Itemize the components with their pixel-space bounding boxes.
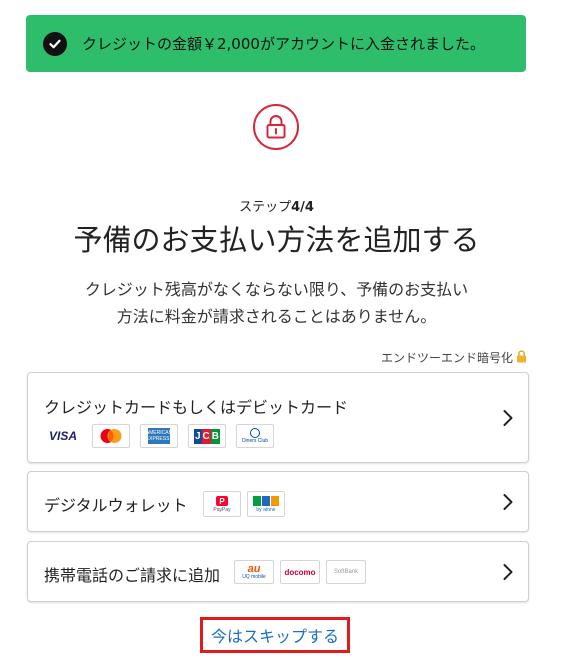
au-uq-logo: au UQ mobile bbox=[234, 560, 274, 584]
diners-text: Diners Club bbox=[241, 438, 269, 444]
svg-text:P: P bbox=[219, 497, 225, 506]
amex-mark: AMERICAN EXPRESS bbox=[145, 428, 173, 444]
option-digital-wallet[interactable]: デジタルウォレット P PayPay by atone bbox=[27, 471, 529, 532]
step-prefix: ステップ bbox=[239, 200, 292, 215]
option-carrier-billing[interactable]: 携帯電話のご請求に追加 au UQ mobile docomo SoftBank bbox=[27, 541, 529, 602]
option-label: クレジットカードもしくはデビットカード bbox=[44, 398, 349, 417]
step-indicator: ステップ4/4 bbox=[0, 196, 553, 215]
success-message: クレジットの金額￥2,000がアカウントに入金されました。 bbox=[82, 35, 485, 53]
encryption-label: エンドツーエンド暗号化 bbox=[380, 351, 513, 365]
chevron-right-icon bbox=[503, 410, 513, 426]
success-banner: クレジットの金額￥2,000がアカウントに入金されました。 bbox=[26, 15, 526, 72]
jcb-letter-b: B bbox=[210, 428, 221, 444]
lock-icon bbox=[253, 104, 299, 150]
paypay-logo: P PayPay bbox=[203, 491, 241, 517]
jcb-letter-c: C bbox=[201, 428, 211, 444]
option-label: 携帯電話のご請求に追加 bbox=[44, 566, 221, 585]
option-credit-debit-card[interactable]: クレジットカードもしくはデビットカード VISA AMERICAN EXPRES… bbox=[27, 372, 529, 463]
carrier-logos: au UQ mobile docomo SoftBank bbox=[234, 560, 366, 584]
uq-text: UQ mobile bbox=[242, 574, 266, 580]
encryption-note: エンドツーエンド暗号化 bbox=[381, 349, 527, 366]
atone-text: by atone bbox=[256, 506, 276, 513]
mastercard-logo bbox=[92, 424, 130, 448]
docomo-logo: docomo bbox=[280, 560, 320, 584]
chevron-right-icon bbox=[503, 564, 513, 580]
atone-logo: by atone bbox=[247, 491, 285, 517]
page-title: 予備のお支払い方法を追加する bbox=[73, 223, 480, 257]
visa-logo: VISA bbox=[44, 424, 82, 448]
description-line-1: クレジット残高がなくならない限り、予備のお支払い bbox=[84, 280, 469, 299]
step-value: 4/4 bbox=[291, 200, 314, 215]
check-circle-icon bbox=[43, 31, 67, 56]
softbank-logo: SoftBank bbox=[326, 560, 366, 584]
card-logos: VISA AMERICAN EXPRESS JCB Diners Club bbox=[44, 424, 274, 448]
skip-link[interactable]: 今はスキップする bbox=[200, 617, 350, 653]
jcb-letter-j: J bbox=[193, 428, 202, 444]
diners-club-logo: Diners Club bbox=[236, 424, 274, 448]
padlock-icon bbox=[516, 349, 527, 366]
description-line-2: 方法に料金が請求されることはありません。 bbox=[116, 307, 437, 326]
jcb-logo: JCB bbox=[188, 424, 226, 448]
amex-logo: AMERICAN EXPRESS bbox=[140, 424, 178, 448]
docomo-text: docomo bbox=[284, 567, 316, 577]
softbank-text: SoftBank bbox=[333, 569, 359, 575]
diners-mark-icon bbox=[250, 428, 260, 438]
chevron-right-icon bbox=[503, 494, 513, 510]
wallet-logos: P PayPay by atone bbox=[203, 491, 285, 517]
page-description: クレジット残高がなくならない限り、予備のお支払い 方法に料金が請求されることはあ… bbox=[0, 276, 553, 330]
option-label: デジタルウォレット bbox=[44, 496, 188, 515]
paypay-text: PayPay bbox=[213, 507, 231, 513]
